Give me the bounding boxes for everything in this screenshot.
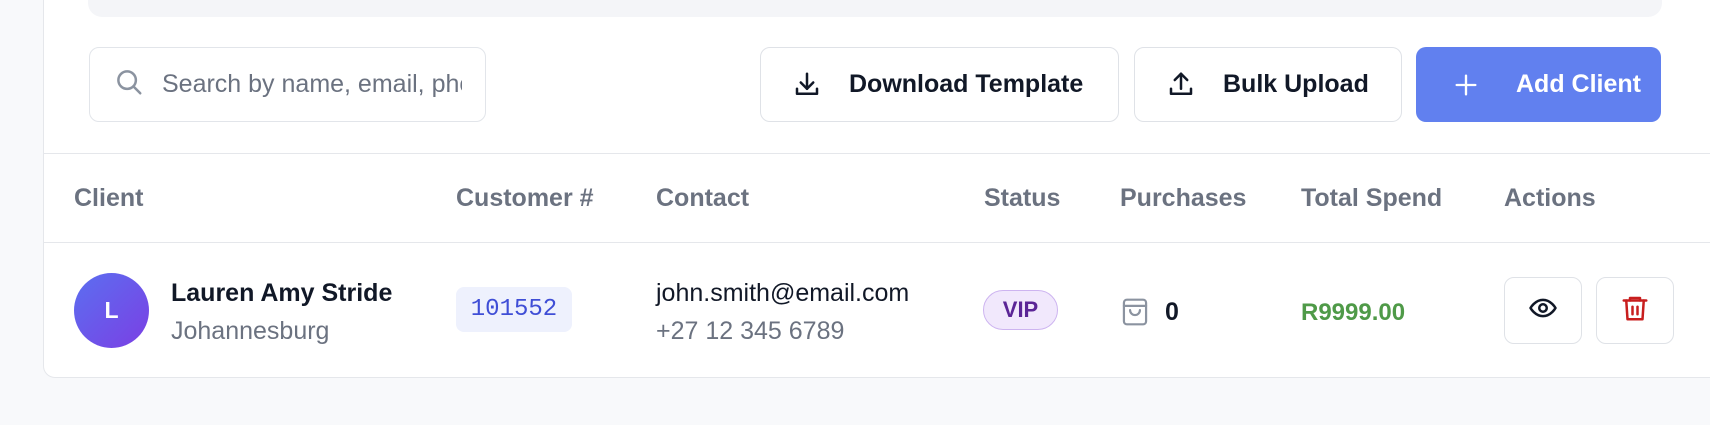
plus-icon [1450,69,1482,101]
header-client: Client [74,184,144,212]
download-template-label: Download Template [849,70,1084,98]
download-template-button[interactable]: Download Template [760,47,1119,122]
download-icon [791,69,823,101]
search-input[interactable] [162,70,462,99]
client-name: Lauren Amy Stride [171,279,393,307]
toolbar-divider [44,153,1710,154]
shopping-bag-icon [1120,296,1150,328]
top-filter-panel [88,0,1662,17]
header-purchases: Purchases [1120,184,1247,212]
add-client-label: Add Client [1516,70,1641,98]
upload-icon [1165,69,1197,101]
purchases-count: 0 [1165,298,1179,326]
delete-client-button[interactable] [1596,277,1674,344]
bulk-upload-label: Bulk Upload [1223,70,1369,98]
avatar: L [74,273,149,348]
bulk-upload-button[interactable]: Bulk Upload [1134,47,1402,122]
header-status: Status [984,184,1061,212]
header-divider [44,242,1710,243]
customer-number-badge: 101552 [456,287,572,332]
status-badge: VIP [983,290,1058,330]
header-contact: Contact [656,184,750,212]
header-actions: Actions [1504,184,1596,212]
eye-icon [1528,293,1558,328]
total-spend: R9999.00 [1301,299,1406,326]
search-icon [114,67,144,102]
contact-email: john.smith@email.com [656,279,910,307]
add-client-button[interactable]: Add Client [1416,47,1661,122]
header-total-spend: Total Spend [1301,184,1443,212]
search-box[interactable] [89,47,486,122]
view-client-button[interactable] [1504,277,1582,344]
contact-phone: +27 12 345 6789 [656,317,845,345]
client-city: Johannesburg [171,317,330,345]
header-customer-number: Customer # [456,184,594,212]
trash-icon [1620,293,1650,328]
